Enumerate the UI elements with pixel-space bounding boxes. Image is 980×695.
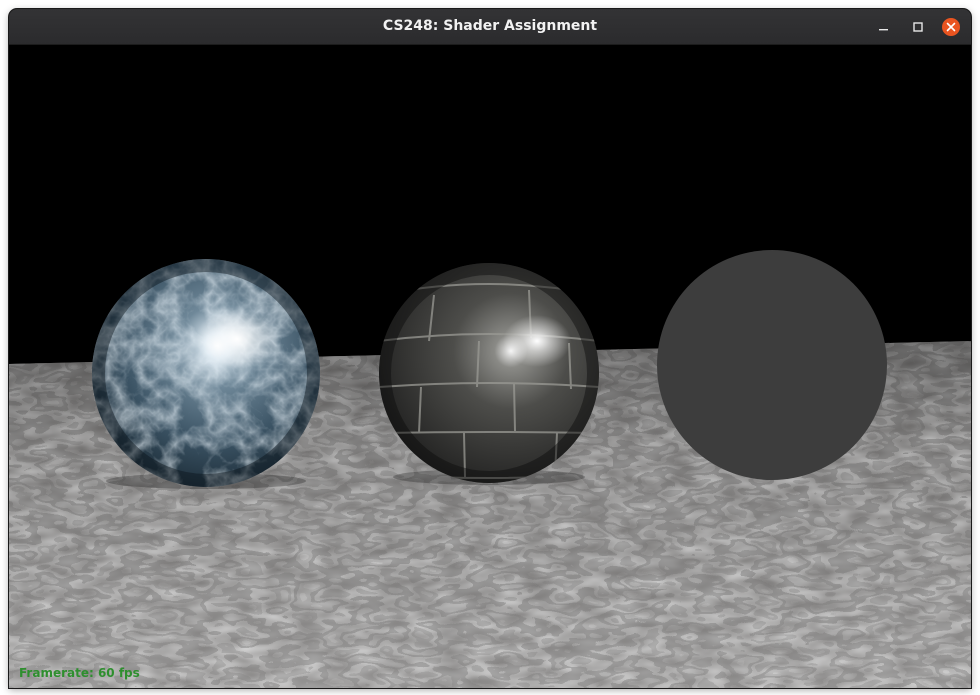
close-button[interactable]	[941, 17, 961, 37]
framerate-readout: Framerate: 60 fps	[19, 666, 140, 680]
minimize-icon	[879, 29, 888, 31]
scene-canvas	[9, 45, 971, 688]
titlebar[interactable]: CS248: Shader Assignment	[9, 9, 971, 45]
render-viewport[interactable]: Framerate: 60 fps	[9, 45, 971, 688]
window-title: CS248: Shader Assignment	[382, 18, 598, 34]
marble-sphere[interactable]	[92, 259, 320, 487]
maximize-button[interactable]	[908, 17, 928, 37]
flat-gray-sphere[interactable]	[657, 250, 887, 480]
minimize-button[interactable]	[874, 17, 894, 37]
close-icon	[942, 18, 960, 36]
app-window: CS248: Shader Assignment Framerate: 60 f…	[9, 9, 971, 688]
maximize-icon	[913, 22, 923, 32]
brick-sphere[interactable]	[379, 263, 599, 483]
